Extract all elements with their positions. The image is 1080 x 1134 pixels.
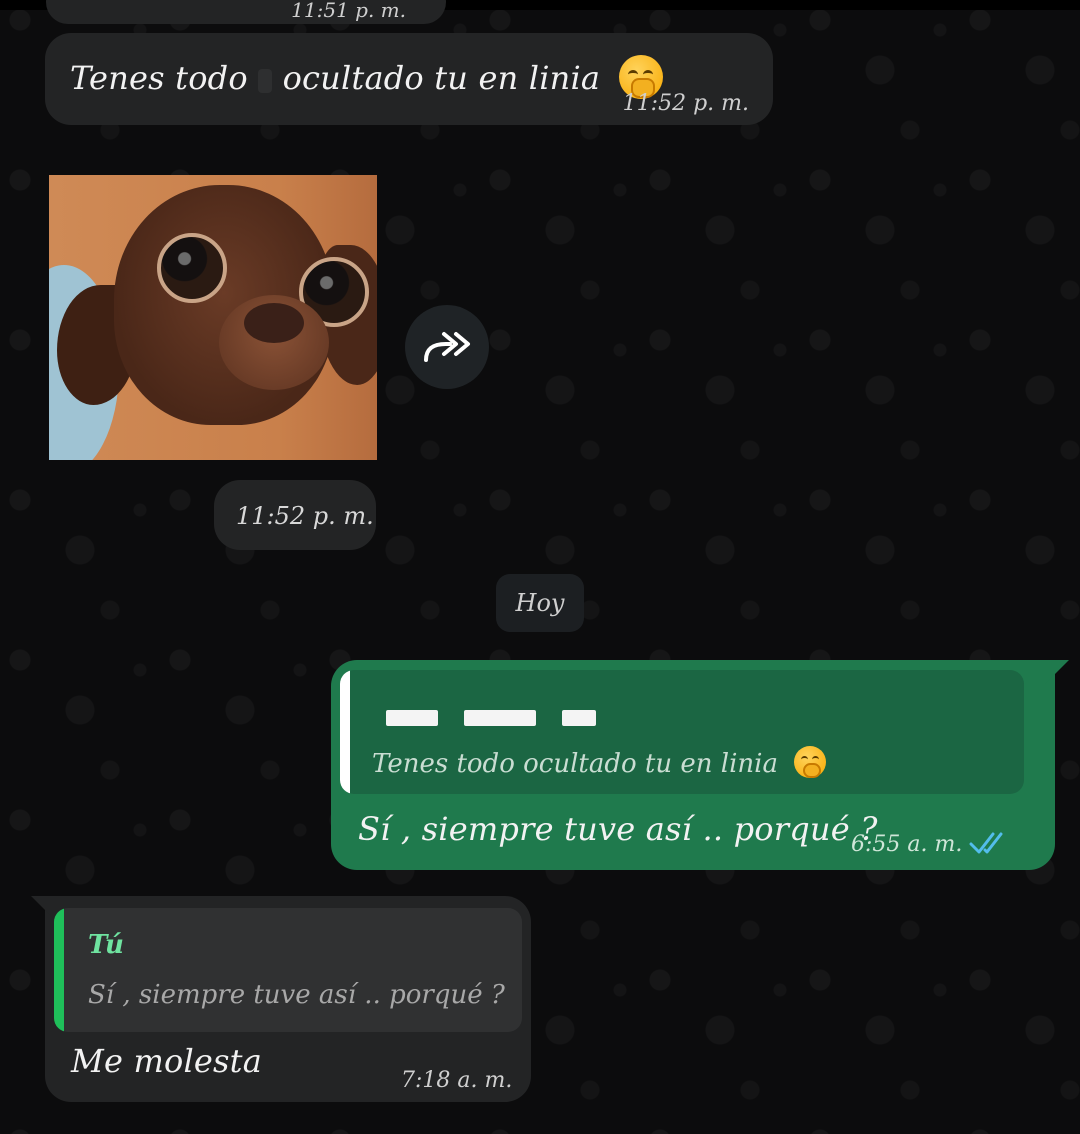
redacted-block	[562, 710, 596, 726]
message-time: 11:52 p. m.	[236, 502, 374, 530]
message-text: Sí , siempre tuve así .. porqué ?	[358, 810, 878, 848]
redacted-block	[258, 68, 273, 93]
quoted-text: Sí , siempre tuve así .. porqué ?	[88, 980, 505, 1010]
forward-button[interactable]	[405, 305, 489, 389]
message-text: Me molesta	[71, 1042, 263, 1080]
quoted-author: Tú	[88, 930, 124, 960]
message-time: 11:51 p. m.	[291, 0, 406, 22]
quoted-text: Tenes todo ocultado tu en linia	[372, 746, 827, 779]
previous-message-bubble[interactable]: 11:51 p. m.	[46, 0, 446, 24]
double-forward-arrow-icon	[424, 332, 470, 362]
incoming-reply-bubble[interactable]: Tú Sí , siempre tuve así .. porqué ? Me …	[31, 896, 531, 1102]
date-separator: Hoy	[496, 574, 584, 632]
redacted-block	[386, 710, 438, 726]
quoted-reply[interactable]: Tenes todo ocultado tu en linia	[340, 670, 1024, 794]
incoming-message-bubble[interactable]: Tenes todo ocultado tu en linia 11:52 p.…	[45, 33, 773, 125]
message-time: 7:18 a. m.	[401, 1068, 513, 1093]
read-double-check-icon	[969, 832, 1003, 854]
message-text: Tenes todo ocultado tu en linia	[70, 55, 663, 99]
quoted-reply[interactable]: Tú Sí , siempre tuve así .. porqué ?	[54, 908, 522, 1032]
message-text-end: ocultado tu en linia	[282, 59, 601, 97]
outgoing-message-bubble[interactable]: Tenes todo ocultado tu en linia Sí , sie…	[331, 660, 1069, 870]
quote-accent-bar	[340, 670, 350, 794]
bubble-tail	[1045, 660, 1069, 684]
quoted-author-redacted	[386, 710, 596, 726]
message-text-start: Tenes todo	[70, 59, 248, 97]
bubble-tail	[31, 896, 55, 920]
quote-accent-bar	[54, 908, 64, 1032]
chihuahua-sticker-icon[interactable]	[49, 175, 377, 460]
redacted-block	[464, 710, 536, 726]
face-with-hand-over-mouth-icon	[794, 746, 827, 778]
message-time: 6:55 a. m.	[851, 832, 963, 857]
sticker-time-bubble: 11:52 p. m.	[214, 480, 376, 550]
message-time: 11:52 p. m.	[622, 91, 749, 116]
